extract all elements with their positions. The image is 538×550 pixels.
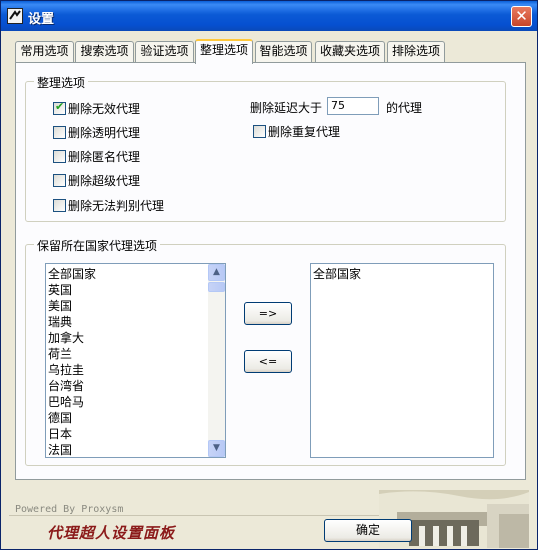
remove-unknown-checkbox[interactable] [53,199,66,212]
footer-divider [9,515,389,516]
window-title: 设置 [28,12,55,27]
remove-duplicate-checkbox[interactable] [253,125,266,138]
list-item[interactable]: 美国 [48,297,72,314]
list-item[interactable]: 英国 [48,281,72,298]
tab-general[interactable]: 常用选项 [15,41,74,62]
available-countries-list[interactable]: 全部国家 英国 美国 瑞典 加拿大 荷兰 乌拉圭 台湾省 巴哈马 德国 日本 法… [45,263,226,458]
list-item[interactable]: 全部国家 [313,265,361,282]
countries-group: 保留所在国家代理选项 全部国家 英国 美国 瑞典 加拿大 荷兰 乌拉圭 台湾省 … [25,237,506,466]
remove-unknown-label[interactable]: 删除无法判别代理 [68,197,164,214]
list-item[interactable]: 瑞典 [48,313,72,330]
remove-anonymous-checkbox[interactable] [53,150,66,163]
title-bar[interactable]: 设置 ✕ [1,1,537,31]
list-item[interactable]: 台湾省 [48,377,84,394]
list-item[interactable]: 法国 [48,441,72,457]
powered-by-text: Powered By Proxysm [15,504,124,515]
tab-cleanup[interactable]: 整理选项 [195,39,253,64]
remove-super-label[interactable]: 删除超级代理 [68,172,140,189]
app-icon [7,8,23,24]
list-item[interactable]: 乌拉圭 [48,361,84,378]
list-item[interactable]: 加拿大 [48,329,84,346]
tab-validation[interactable]: 验证选项 [135,41,194,62]
scroll-down-icon[interactable]: ▼ [208,440,225,457]
footer-title: 代理超人设置面板 [47,524,176,542]
remove-invalid-label[interactable]: 删除无效代理 [68,100,140,117]
add-country-button[interactable]: => [244,302,292,325]
tab-exclude[interactable]: 排除选项 [387,41,445,62]
remove-anonymous-label[interactable]: 删除匿名代理 [68,148,140,165]
remove-transparent-label[interactable]: 删除透明代理 [68,124,140,141]
countries-legend: 保留所在国家代理选项 [34,237,161,254]
remove-duplicate-label[interactable]: 删除重复代理 [268,123,340,140]
delay-input[interactable]: 75 [327,97,379,115]
list-item[interactable]: 全部国家 [48,265,96,282]
tab-smart[interactable]: 智能选项 [255,41,312,62]
tab-search[interactable]: 搜索选项 [75,41,134,62]
list-item[interactable]: 日本 [48,425,72,442]
selected-countries-list[interactable]: 全部国家 [310,263,494,458]
settings-window: 设置 ✕ 常用选项 搜索选项 验证选项 整理选项 智能选项 收藏夹选项 排除选项… [0,0,538,550]
scroll-up-icon[interactable]: ▲ [208,264,225,281]
remove-transparent-checkbox[interactable] [53,126,66,139]
list-item[interactable]: 德国 [48,409,72,426]
remove-invalid-checkbox[interactable] [53,100,66,115]
ok-button[interactable]: 确定 [324,519,412,542]
tab-favorites[interactable]: 收藏夹选项 [315,41,385,62]
remove-super-checkbox[interactable] [53,174,66,187]
cleanup-group: 整理选项 删除无效代理 删除透明代理 删除匿名代理 删除超级代理 删除无法判别代… [25,74,506,222]
delay-prefix-label: 删除延迟大于 [250,101,323,115]
delay-suffix-label: 的代理 [386,101,423,115]
vertical-scrollbar[interactable]: ▲ ▼ [208,264,225,457]
list-item[interactable]: 巴哈马 [48,393,84,410]
cleanup-legend: 整理选项 [34,74,89,91]
list-item[interactable]: 荷兰 [48,345,72,362]
scroll-thumb[interactable] [208,282,225,292]
remove-country-button[interactable]: <= [244,350,292,373]
tab-panel: 整理选项 删除无效代理 删除透明代理 删除匿名代理 删除超级代理 删除无法判别代… [15,62,526,480]
close-button[interactable]: ✕ [511,6,532,27]
